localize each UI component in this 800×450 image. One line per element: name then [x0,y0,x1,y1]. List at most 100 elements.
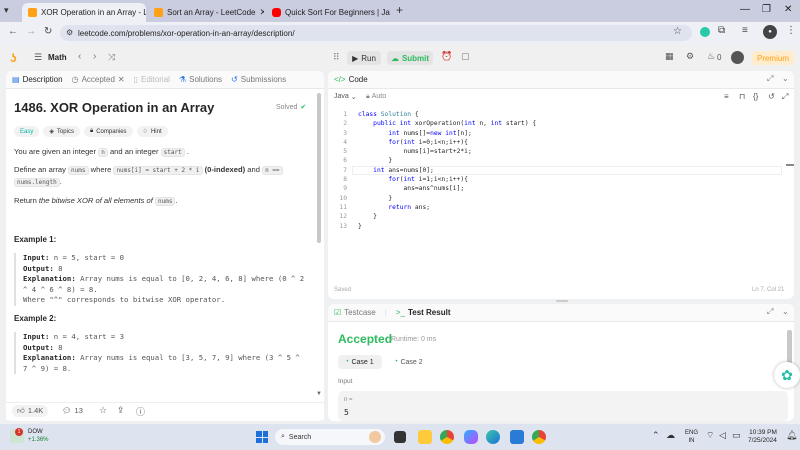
tab-solutions[interactable]: ⚗ Solutions [179,75,222,84]
notification-bell-icon[interactable]: 🔔︎ [786,430,797,441]
line-number: 10 [339,194,347,202]
leetcode-logo-icon[interactable]: ʖ [10,51,22,65]
window-close-icon[interactable]: ✕ [784,4,792,15]
cloud-icon[interactable]: ☁ [666,430,675,441]
tab-description[interactable]: ▤ Description [12,75,63,84]
close-icon[interactable]: ✕ [260,7,265,18]
url-field[interactable]: leetcode.com/problems/xor-operation-in-a… [60,25,692,41]
help-icon[interactable]: ⓘ [136,405,145,418]
volume-icon[interactable]: ◁ [719,430,726,441]
result-menu-icon[interactable]: ⌄ [782,307,789,316]
site-info-icon[interactable]: ⚙ [66,28,73,37]
windows-start-icon[interactable] [256,431,268,443]
taskbar-search[interactable]: ⌕ Search [275,429,385,445]
close-icon[interactable]: ✕ [118,75,125,84]
scroll-down-arrow-icon[interactable]: ▼ [316,391,322,397]
language-indicator[interactable]: ENG IN [685,429,698,445]
auto-mode-toggle[interactable]: 🔒︎ Auto [366,93,386,101]
line-number: 9 [343,185,347,193]
streak-fire-icon[interactable]: ♨ [707,51,715,62]
premium-button[interactable]: Premium [752,51,794,65]
copilot-icon[interactable] [464,430,478,444]
browser-tab-xor[interactable]: XOR Operation in an Array - Le ✕ [22,3,146,22]
reload-icon[interactable]: ↻ [44,26,52,37]
problem-list-title[interactable]: Math [48,53,67,62]
example-input-line: Input: n = 5, start = 0 [23,253,314,264]
chrome-alt-icon[interactable] [532,430,546,444]
panel-menu-icon[interactable]: ⌄ [782,74,789,83]
cast-icon[interactable]: ≡ [742,25,748,36]
tab-test-result[interactable]: >_ Test Result [396,308,451,317]
minimize-icon[interactable]: — [740,4,750,15]
clock[interactable]: 10:39 PM 7/25/2024 [748,429,777,445]
reset-icon[interactable]: ↺ [768,92,775,101]
file-explorer-icon[interactable] [418,430,432,444]
topics-tag[interactable]: ◈ Topics [43,126,80,137]
label: Input: [23,332,50,341]
share-icon[interactable]: ⇪ [117,405,125,416]
forward-icon[interactable]: → [26,26,36,37]
text: You are given an integer [14,147,97,156]
shuffle-icon[interactable]: ⤨ [108,52,115,63]
braces-icon[interactable]: {} [753,92,758,101]
back-icon[interactable]: ← [8,26,18,37]
user-avatar[interactable] [731,51,744,64]
tab-testcase[interactable]: ☑ Testcase [334,308,376,317]
layout-icon[interactable]: ▦ [665,51,674,62]
panel-resize-handle[interactable] [556,300,568,302]
tab-code[interactable]: </> Code [334,75,368,84]
run-button[interactable]: ▶ Run [347,51,381,65]
tab-search-button[interactable]: ▾ [4,5,16,17]
text: . [59,177,62,186]
language-selector[interactable]: Java ⌄ [334,93,357,101]
wifi-icon[interactable]: ⌔ [706,430,714,441]
tag-label: Easy [20,128,34,135]
maximize-icon[interactable]: ❐ [762,4,771,15]
companies-tag[interactable]: 🔒︎ Companies [83,126,133,137]
like-button[interactable]: 👍︎ 1.4K [12,405,49,417]
case-1-tab[interactable]: • Case 1 [338,355,382,369]
expand-icon[interactable]: ⤢ [767,74,773,84]
prev-problem-icon[interactable]: ‹ [78,51,81,62]
extension-icon[interactable] [700,27,710,37]
browser-menu-icon[interactable]: ⋮ [786,25,796,36]
edge-icon[interactable] [486,430,500,444]
browser-tab-sort[interactable]: Sort an Array - LeetCode ✕ [148,3,264,22]
extensions-puzzle-icon[interactable]: ⧉ [718,25,725,36]
tab-editorial[interactable]: ▯ Editorial [134,75,170,84]
submit-button[interactable]: ☁ Submit [387,51,433,65]
fullscreen-icon[interactable]: ⤢ [782,92,788,102]
bookmark-star-icon[interactable]: ☆ [673,26,682,37]
settings-gear-icon[interactable]: ⚙ [686,51,694,62]
result-scrollbar[interactable] [787,330,792,365]
store-icon[interactable] [510,430,524,444]
notes-icon[interactable]: ▢ [461,51,470,62]
timer-icon[interactable]: ⏰ [441,51,452,62]
next-problem-icon[interactable]: › [93,51,96,62]
floating-assistant-icon[interactable]: ✿ [774,362,800,388]
new-tab-button[interactable]: + [396,3,403,17]
tab-submissions[interactable]: ↺ Submissions [231,75,286,84]
debug-icon[interactable]: ⠿ [333,52,340,63]
profile-avatar[interactable]: ● [763,25,777,39]
tag-row: Easy ◈ Topics 🔒︎ Companies ♢ Hint [14,126,168,137]
favorite-star-icon[interactable]: ☆ [99,405,107,416]
result-expand-icon[interactable]: ⤢ [767,307,773,317]
hint-tag[interactable]: ♢ Hint [136,126,168,137]
bookmark-icon[interactable]: ⊓ [739,92,745,101]
case-2-tab[interactable]: • Case 2 [387,355,431,369]
browser-tab-youtube[interactable]: Quick Sort For Beginners | Java ✕ [266,3,390,22]
problem-list-icon[interactable]: ☰ [34,52,42,63]
code-editor[interactable]: class Solution { public int xorOperation… [358,110,778,231]
inline-code: nums[i] = start + 2 * i [113,166,203,175]
tab-accepted[interactable]: ◷ Accepted ✕ [72,75,125,84]
stock-widget[interactable]: 1 DOW +1.36% [10,428,49,444]
chevron-up-icon[interactable]: ⌃ [652,430,660,441]
chrome-icon[interactable] [440,430,454,444]
task-view-icon[interactable] [394,431,406,443]
format-icon[interactable]: ≡ [724,92,729,101]
description-scrollbar[interactable] [317,93,321,243]
battery-icon[interactable]: ▭ [732,430,741,441]
terminal-icon: >_ [395,308,405,317]
comments-button[interactable]: 💬︎ 13 [62,406,83,415]
